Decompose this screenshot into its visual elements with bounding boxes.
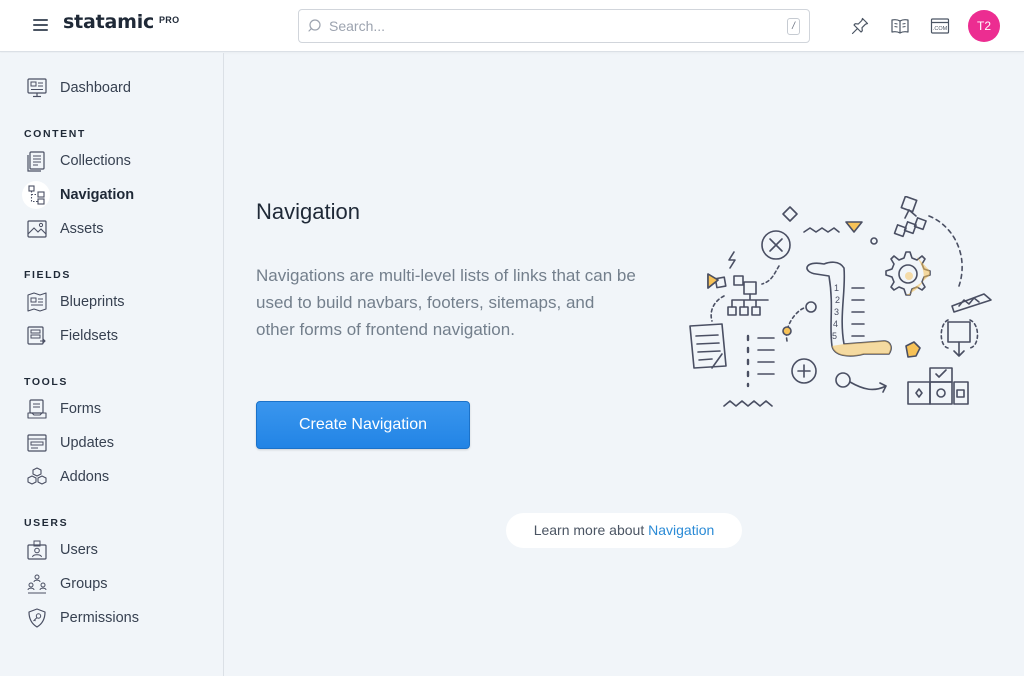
dashboard-icon bbox=[27, 78, 47, 98]
sidebar-item-label: Dashboard bbox=[60, 80, 131, 96]
sidebar-item-forms[interactable]: Forms bbox=[24, 395, 214, 423]
addons-icon bbox=[27, 467, 47, 485]
sidebar-item-label: Assets bbox=[60, 221, 104, 237]
sidebar-item-label: Fieldsets bbox=[60, 328, 119, 344]
sidebar-item-fieldsets[interactable]: Fieldsets bbox=[24, 322, 214, 350]
section-heading-tools: TOOLS bbox=[24, 376, 68, 388]
top-bar: statamic PRO / .COM T2 bbox=[0, 0, 1024, 52]
logo[interactable]: statamic bbox=[63, 11, 154, 33]
sidebar-item-permissions[interactable]: Permissions bbox=[24, 604, 214, 632]
site-com-icon[interactable]: .COM bbox=[930, 16, 950, 36]
learn-more-text: Learn more about bbox=[533, 522, 645, 538]
collections-icon bbox=[27, 151, 45, 172]
svg-text:3: 3 bbox=[834, 307, 839, 317]
users-icon bbox=[27, 540, 47, 560]
sidebar-item-updates[interactable]: Updates bbox=[24, 429, 214, 457]
sidebar-item-label: Collections bbox=[60, 153, 131, 169]
sidebar-item-dashboard[interactable]: Dashboard bbox=[24, 74, 214, 102]
page-title: Navigation bbox=[256, 199, 360, 224]
learn-more-link[interactable]: Navigation bbox=[648, 522, 714, 538]
section-heading-fields: FIELDS bbox=[24, 269, 71, 281]
page-description: Navigations are multi-level lists of lin… bbox=[256, 266, 636, 339]
docs-book-icon[interactable] bbox=[890, 16, 910, 36]
sidebar-item-users[interactable]: Users bbox=[24, 536, 214, 564]
sidebar-item-blueprints[interactable]: Blueprints bbox=[24, 288, 214, 316]
shield-key-icon bbox=[28, 608, 46, 628]
sidebar-item-groups[interactable]: Groups bbox=[24, 570, 214, 598]
navigation-icon bbox=[28, 185, 45, 205]
sidebar-item-assets[interactable]: Assets bbox=[24, 215, 214, 243]
user-avatar[interactable]: T2 bbox=[968, 10, 1000, 42]
section-heading-users: USERS bbox=[24, 517, 69, 529]
groups-icon bbox=[27, 574, 47, 594]
sidebar-item-collections[interactable]: Collections bbox=[24, 147, 214, 175]
section-heading-content: CONTENT bbox=[24, 128, 86, 140]
svg-text:1: 1 bbox=[834, 283, 839, 293]
sidebar-item-addons[interactable]: Addons bbox=[24, 463, 214, 491]
svg-text:2: 2 bbox=[835, 295, 840, 305]
sidebar-item-label: Addons bbox=[60, 469, 110, 485]
search-box[interactable]: / bbox=[298, 9, 810, 43]
blueprints-icon bbox=[27, 292, 47, 312]
logo-pro-badge: PRO bbox=[159, 15, 180, 25]
menu-toggle-icon[interactable] bbox=[33, 19, 48, 31]
sidebar-item-label: Users bbox=[60, 542, 98, 558]
svg-text:5: 5 bbox=[832, 331, 837, 341]
updates-icon bbox=[27, 434, 47, 452]
pin-icon[interactable] bbox=[850, 16, 870, 36]
sidebar-item-navigation[interactable]: Navigation bbox=[22, 181, 214, 209]
sidebar-item-label: Groups bbox=[60, 576, 108, 592]
sidebar-item-label: Permissions bbox=[60, 610, 139, 626]
sidebar-item-label: Navigation bbox=[60, 187, 135, 203]
sidebar-item-label: Updates bbox=[60, 435, 115, 451]
search-input[interactable] bbox=[329, 16, 769, 36]
assets-icon bbox=[27, 220, 47, 238]
search-icon bbox=[308, 19, 321, 32]
navigation-illustration: 1 2 3 4 5 bbox=[689, 196, 992, 407]
svg-text:4: 4 bbox=[833, 319, 838, 329]
search-shortcut-hint: / bbox=[787, 18, 800, 35]
sidebar-item-label: Blueprints bbox=[60, 294, 125, 310]
create-navigation-button[interactable]: Create Navigation bbox=[256, 401, 470, 449]
sidebar-item-label: Forms bbox=[60, 401, 102, 417]
learn-more-pill: Learn more about Navigation bbox=[506, 513, 742, 548]
svg-text:.COM: .COM bbox=[933, 26, 948, 32]
forms-icon bbox=[27, 399, 47, 419]
fieldsets-icon bbox=[27, 326, 46, 345]
